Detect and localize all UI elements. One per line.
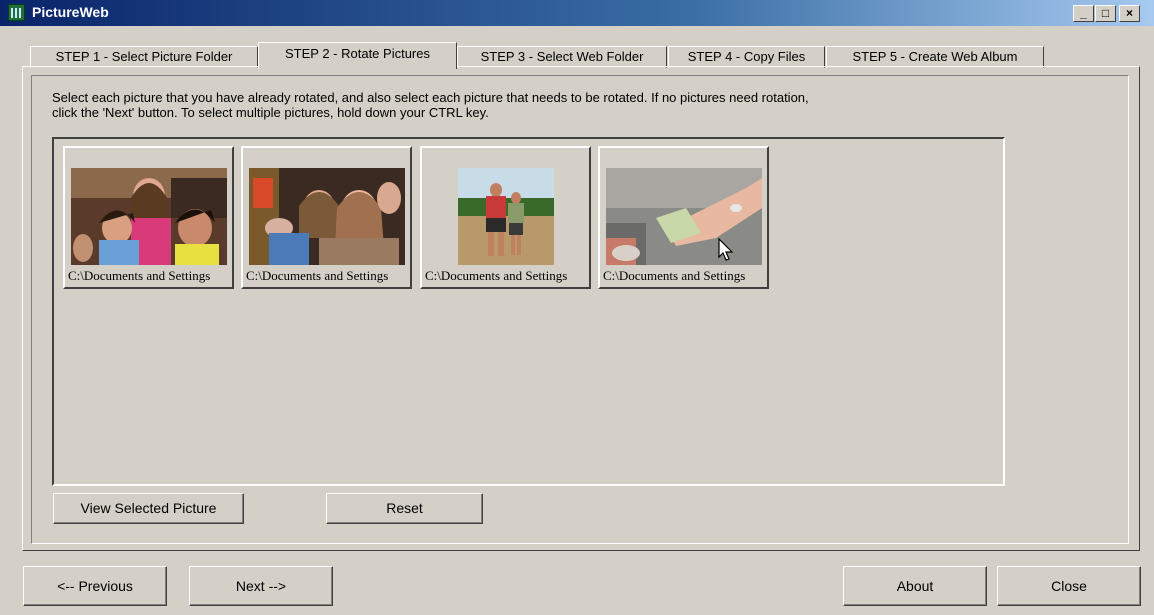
maximize-button[interactable]: □: [1095, 5, 1116, 22]
window-title: PictureWeb: [32, 4, 109, 20]
picture-preview: [71, 168, 227, 265]
instructions-text: Select each picture that you have alread…: [52, 90, 1012, 120]
minimize-button[interactable]: _: [1073, 5, 1094, 22]
picture-caption: C:\Documents and Settings: [603, 268, 746, 283]
next-button[interactable]: Next -->: [189, 566, 333, 606]
previous-button[interactable]: <-- Previous: [23, 566, 167, 606]
close-button[interactable]: Close: [997, 566, 1141, 606]
picture-caption: C:\Documents and Settings: [68, 268, 211, 283]
reset-button[interactable]: Reset: [326, 493, 483, 524]
about-button[interactable]: About: [843, 566, 987, 606]
tab-step-2[interactable]: STEP 2 - Rotate Pictures: [258, 42, 457, 69]
picture-preview: [249, 168, 405, 265]
picture-caption: C:\Documents and Settings: [246, 268, 389, 283]
pictureweb-app-icon: [8, 4, 25, 21]
title-bar: PictureWeb _ □ ×: [0, 0, 1154, 26]
picture-caption: C:\Documents and Settings: [425, 268, 568, 283]
picture-thumbnail[interactable]: C:\Documents and Settings: [420, 146, 591, 289]
instructions-line-2: click the 'Next' button. To select multi…: [52, 105, 489, 120]
tab-step-3[interactable]: STEP 3 - Select Web Folder: [457, 46, 667, 68]
tab-step-1[interactable]: STEP 1 - Select Picture Folder: [30, 46, 258, 68]
picture-thumbnail[interactable]: C:\Documents and Settings: [598, 146, 769, 289]
picture-thumbnail[interactable]: C:\Documents and Settings: [241, 146, 412, 289]
picture-preview: [606, 168, 762, 265]
close-window-button[interactable]: ×: [1119, 5, 1140, 22]
mouse-pointer-icon: [718, 237, 734, 265]
view-selected-picture-button[interactable]: View Selected Picture: [53, 493, 244, 524]
tab-step-5[interactable]: STEP 5 - Create Web Album: [826, 46, 1044, 68]
picture-preview: [458, 168, 554, 265]
instructions-line-1: Select each picture that you have alread…: [52, 90, 809, 105]
picture-thumbnail[interactable]: C:\Documents and Settings: [63, 146, 234, 289]
tab-step-4[interactable]: STEP 4 - Copy Files: [668, 46, 825, 68]
